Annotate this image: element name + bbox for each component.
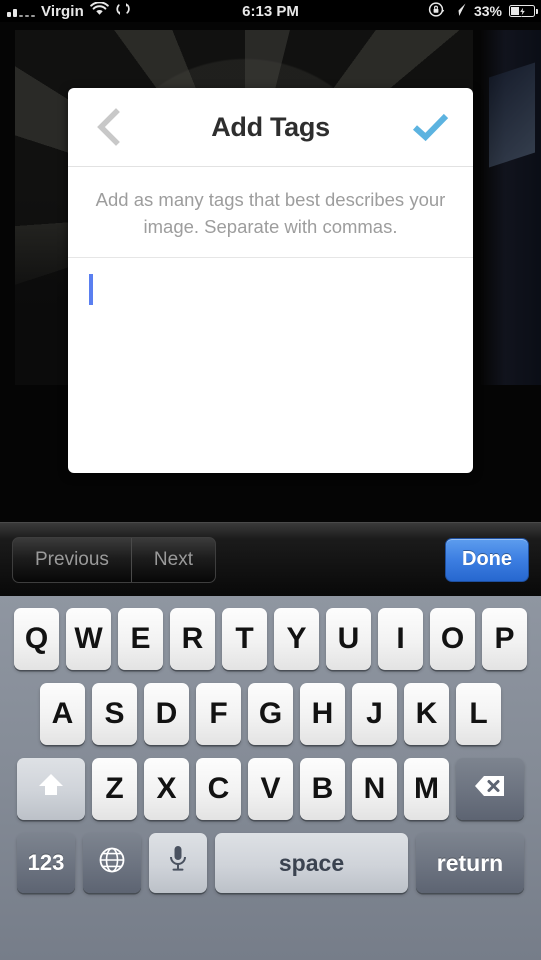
globe-icon [98,846,126,880]
text-caret [89,274,93,305]
location-arrow-icon [452,2,467,21]
add-tags-modal: Add Tags Add as many tags that best desc… [68,88,473,473]
modal-hint-text: Add as many tags that best describes you… [68,167,473,258]
keyboard-row-3: Z X C V B N M [0,758,541,820]
key-l[interactable]: L [456,683,501,745]
battery-percent-label: 33% [473,3,502,19]
key-s[interactable]: S [92,683,137,745]
key-t[interactable]: T [222,608,267,670]
key-d[interactable]: D [144,683,189,745]
key-k[interactable]: K [404,683,449,745]
numbers-key[interactable]: 123 [17,833,75,893]
return-key[interactable]: return [416,833,524,893]
prev-next-segmented-control: Previous Next [12,536,216,583]
status-bar-right: 33% [428,1,538,22]
key-p[interactable]: P [482,608,527,670]
keyboard-accessory-bar: Previous Next Done [0,522,541,596]
key-z[interactable]: Z [92,758,137,820]
key-u[interactable]: U [326,608,371,670]
modal-header: Add Tags [68,88,473,167]
key-n[interactable]: N [352,758,397,820]
keyboard-row-1: Q W E R T Y U I O P [0,608,541,670]
photo-highlight-strip [489,62,535,168]
photo-right-edge [481,30,541,385]
status-bar: Virgin 6:13 PM 33% [0,0,541,22]
key-v[interactable]: V [248,758,293,820]
shift-arrow-icon [36,770,66,808]
key-e[interactable]: E [118,608,163,670]
key-w[interactable]: W [66,608,111,670]
key-r[interactable]: R [170,608,215,670]
dictation-key[interactable] [149,833,207,893]
keyboard-row-2: A S D F G H J K L [0,683,541,745]
backspace-key[interactable] [456,758,524,820]
tags-input[interactable] [68,258,473,453]
space-key[interactable]: space [215,833,408,893]
keyboard-row-4: 123 space return [0,833,541,893]
key-y[interactable]: Y [274,608,319,670]
backspace-delete-icon [473,773,507,805]
key-b[interactable]: B [300,758,345,820]
key-j[interactable]: J [352,683,397,745]
key-c[interactable]: C [196,758,241,820]
key-i[interactable]: I [378,608,423,670]
next-button[interactable]: Next [132,538,215,582]
back-chevron-icon[interactable] [90,107,128,147]
shift-key[interactable] [17,758,85,820]
key-x[interactable]: X [144,758,189,820]
key-m[interactable]: M [404,758,449,820]
globe-key[interactable] [83,833,141,893]
key-h[interactable]: H [300,683,345,745]
microphone-icon [166,844,190,882]
key-q[interactable]: Q [14,608,59,670]
key-g[interactable]: G [248,683,293,745]
battery-charging-icon [509,5,538,17]
key-o[interactable]: O [430,608,475,670]
checkmark-icon[interactable] [409,107,453,147]
key-a[interactable]: A [40,683,85,745]
previous-button[interactable]: Previous [13,538,131,582]
onscreen-keyboard: Q W E R T Y U I O P A S D F G H J K L Z … [0,596,541,960]
rotation-lock-icon [428,1,445,22]
done-button[interactable]: Done [445,537,529,582]
key-f[interactable]: F [196,683,241,745]
